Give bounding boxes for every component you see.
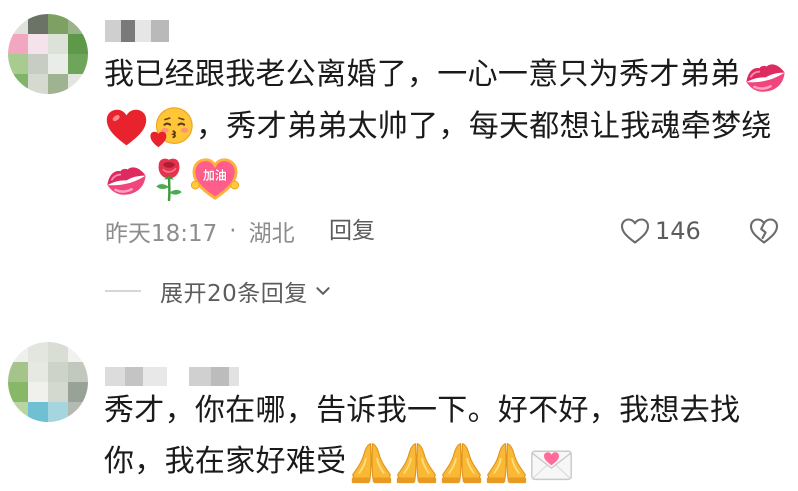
meta-separator: ·	[229, 218, 237, 244]
comment-section: 我已经跟我老公离婚了，一心一意只为秀才弟弟 ，秀才弟弟太帅了，每天都想让我魂牵梦…	[0, 0, 798, 491]
kiss-mark-emoji	[743, 53, 788, 98]
comment-text-line: 你，我在家好难受	[104, 436, 574, 488]
username-pixelated[interactable]	[105, 367, 239, 386]
like-button[interactable]: 146	[619, 214, 701, 248]
mosaic-block	[167, 367, 189, 386]
folded-hands-emoji	[394, 440, 439, 485]
mosaic-block	[135, 20, 151, 42]
heart-outline-icon	[620, 218, 650, 244]
comment-text: 秀才，你在哪，告诉我一下。好不好，我想去找	[104, 393, 741, 428]
mosaic-block	[105, 20, 121, 42]
comment-text-line: 秀才，你在哪，告诉我一下。好不好，我想去找	[104, 385, 740, 437]
reply-button[interactable]: 回复	[329, 215, 375, 247]
red-heart-emoji	[104, 105, 149, 150]
mosaic-block	[229, 367, 239, 386]
comment-meta: 昨天18:17 · 湖北	[105, 215, 295, 247]
mosaic-block	[105, 367, 125, 386]
username-pixelated[interactable]	[105, 20, 169, 42]
pixelated-avatar-image	[8, 14, 88, 94]
comment-location: 湖北	[248, 221, 295, 247]
pixelated-avatar-image	[8, 342, 88, 422]
comment-text-line: 我已经跟我老公离婚了，一心一意只为秀才弟弟	[104, 49, 788, 101]
mosaic-block	[211, 367, 229, 386]
comment-emoji-line: 加油	[104, 152, 241, 204]
emoji-group	[104, 101, 194, 153]
mosaic-block	[143, 367, 167, 386]
comment-text-line: ，秀才弟弟太帅了，每天都想让我魂牵梦绕	[104, 101, 772, 153]
folded-hands-emoji	[349, 440, 394, 485]
mosaic-block	[125, 367, 143, 386]
mosaic-block	[189, 367, 211, 386]
broken-heart-icon	[749, 218, 779, 244]
dislike-button[interactable]	[748, 215, 780, 247]
divider-line	[105, 290, 141, 292]
expand-replies-button[interactable]: 展开20条回复	[105, 276, 332, 307]
emoji-group	[743, 49, 788, 101]
emoji-group	[349, 436, 574, 488]
comment-time: 昨天18:17	[105, 221, 218, 247]
mosaic-block	[121, 20, 135, 42]
like-count: 146	[655, 217, 701, 245]
user-avatar[interactable]	[8, 14, 88, 94]
emoji-group: 加油	[104, 152, 241, 204]
comment-text: 我已经跟我老公离婚了，一心一意只为秀才弟弟	[104, 57, 741, 92]
folded-hands-emoji	[439, 440, 484, 485]
chevron-down-icon	[316, 287, 330, 295]
love-letter-emoji	[529, 440, 574, 485]
jiayou-heart-emoji: 加油	[189, 156, 241, 201]
rose-emoji	[149, 156, 189, 201]
comment-text: 你，我在家好难受	[104, 444, 347, 479]
user-avatar[interactable]	[8, 342, 88, 422]
kiss-mark-emoji	[104, 156, 149, 201]
face-blowing-kiss-emoji	[149, 105, 194, 150]
expand-replies-label: 展开20条回复	[160, 281, 308, 307]
jiayou-sticker-text: 加油	[202, 168, 227, 182]
mosaic-block	[151, 20, 169, 42]
folded-hands-emoji	[484, 440, 529, 485]
comment-text: ，秀才弟弟太帅了，每天都想让我魂牵梦绕	[196, 109, 772, 144]
